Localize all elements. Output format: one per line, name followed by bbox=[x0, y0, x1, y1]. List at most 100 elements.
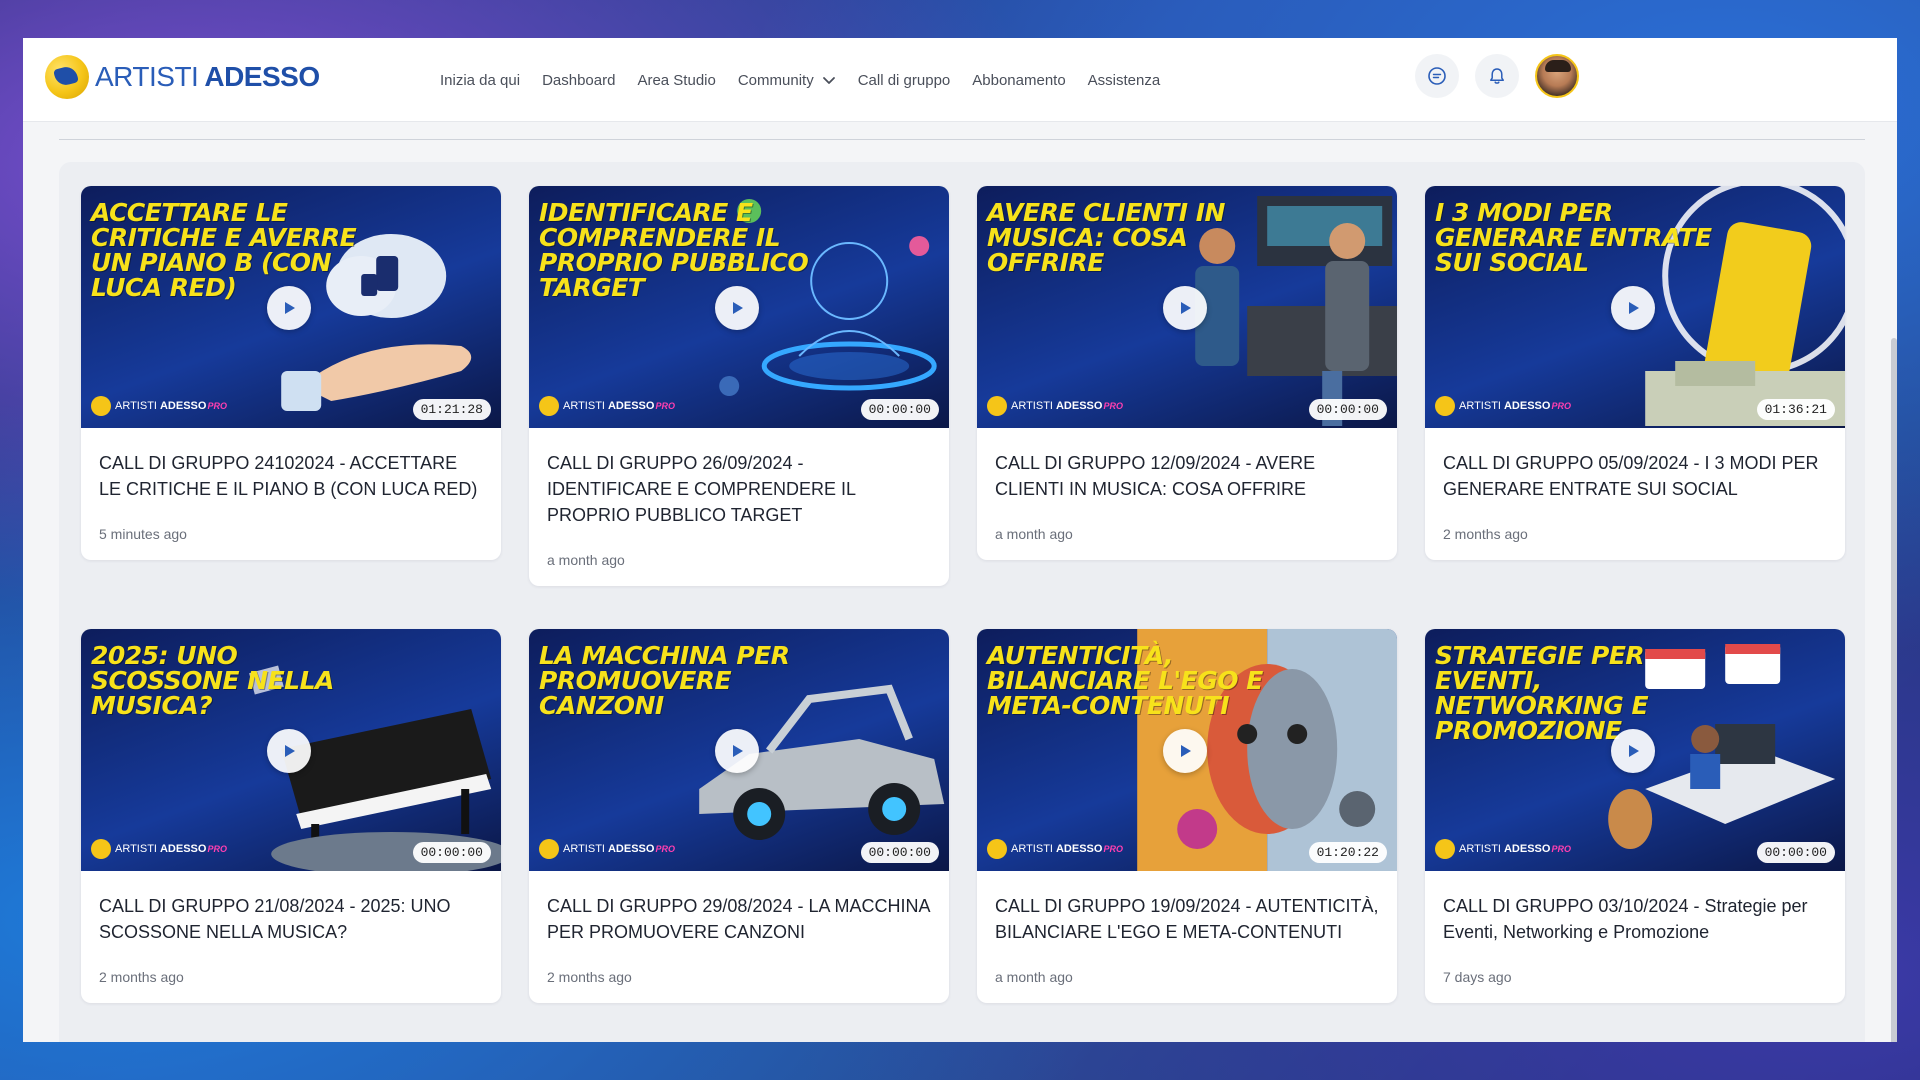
thumbnail-brand: ARTISTI ADESSO PRO bbox=[539, 396, 675, 416]
thumbnail-title: ACCETTARE LE CRITICHE E AVERRE UN PIANO … bbox=[91, 198, 357, 302]
thumbnail-brand-suffix: PRO bbox=[1103, 401, 1123, 411]
thumbnail-brand-part1: ARTISTI bbox=[1011, 843, 1053, 855]
thumbnail-title: AVERE CLIENTI IN MUSICA: COSA OFFRIRE bbox=[987, 198, 1225, 277]
video-title[interactable]: CALL DI GRUPPO 05/09/2024 - I 3 MODI PER… bbox=[1443, 450, 1827, 502]
video-timestamp: 2 months ago bbox=[1443, 526, 1528, 542]
video-title[interactable]: CALL DI GRUPPO 26/09/2024 - IDENTIFICARE… bbox=[547, 450, 931, 528]
video-card[interactable]: STRATEGIE PER EVENTI, NETWORKING E PROMO… bbox=[1425, 629, 1845, 1003]
play-icon bbox=[1629, 745, 1639, 757]
play-icon bbox=[285, 302, 295, 314]
thumbnail-title: I 3 MODI PER GENERARE ENTRATE SUI SOCIAL bbox=[1435, 198, 1712, 277]
thumbnail-title: LA MACCHINA PER PROMUOVERE CANZONI bbox=[539, 641, 790, 720]
thumbnail-brand: ARTISTI ADESSO PRO bbox=[91, 396, 227, 416]
video-thumbnail[interactable]: IDENTIFICARE E COMPRENDERE IL PROPRIO PU… bbox=[529, 186, 949, 428]
site-logo[interactable]: ARTISTI ADESSO bbox=[45, 55, 320, 99]
play-button[interactable] bbox=[715, 286, 759, 330]
video-card[interactable]: LA MACCHINA PER PROMUOVERE CANZONI ARTIS… bbox=[529, 629, 949, 1003]
thumbnail-brand-suffix: PRO bbox=[655, 401, 675, 411]
section-divider bbox=[59, 139, 1865, 140]
video-timestamp: a month ago bbox=[547, 552, 625, 568]
video-thumbnail[interactable]: 2025: UNO SCOSSONE NELLA MUSICA? ARTISTI… bbox=[81, 629, 501, 871]
video-title[interactable]: CALL DI GRUPPO 03/10/2024 - Strategie pe… bbox=[1443, 893, 1827, 945]
thumbnail-brand-part2: ADESSO bbox=[159, 400, 207, 412]
thumbnail-brand-part2: ADESSO bbox=[1055, 843, 1103, 855]
header-actions bbox=[1399, 54, 1579, 98]
play-button[interactable] bbox=[1611, 729, 1655, 773]
play-icon bbox=[733, 745, 743, 757]
thumbnail-brand-suffix: PRO bbox=[655, 844, 675, 854]
brand-logo-icon bbox=[539, 396, 559, 416]
brand-logo-icon bbox=[1435, 839, 1455, 859]
top-navbar: ARTISTI ADESSO Inizia da qui Dashboard A… bbox=[23, 38, 1897, 122]
user-avatar[interactable] bbox=[1535, 54, 1579, 98]
video-duration: 00:00:00 bbox=[860, 842, 939, 863]
nav-item-dashboard[interactable]: Dashboard bbox=[542, 72, 615, 89]
video-card[interactable]: 2025: UNO SCOSSONE NELLA MUSICA? ARTISTI… bbox=[81, 629, 501, 1003]
play-button[interactable] bbox=[1163, 729, 1207, 773]
thumbnail-brand-part1: ARTISTI bbox=[115, 843, 157, 855]
nav-item-area-studio[interactable]: Area Studio bbox=[637, 72, 715, 89]
video-duration: 01:20:22 bbox=[1308, 842, 1387, 863]
video-duration: 00:00:00 bbox=[412, 842, 491, 863]
main-nav: Inizia da qui Dashboard Area Studio Comm… bbox=[440, 38, 1182, 122]
play-icon bbox=[733, 302, 743, 314]
thumbnail-brand: ARTISTI ADESSO PRO bbox=[1435, 839, 1571, 859]
thumbnail-brand-suffix: PRO bbox=[1103, 844, 1123, 854]
thumbnail-brand-part2: ADESSO bbox=[1055, 400, 1103, 412]
thumbnail-brand: ARTISTI ADESSO PRO bbox=[987, 839, 1123, 859]
video-thumbnail[interactable]: STRATEGIE PER EVENTI, NETWORKING E PROMO… bbox=[1425, 629, 1845, 871]
video-thumbnail[interactable]: I 3 MODI PER GENERARE ENTRATE SUI SOCIAL… bbox=[1425, 186, 1845, 428]
logo-text-artisti: ARTISTI bbox=[95, 61, 199, 92]
video-thumbnail[interactable]: AUTENTICITÀ, BILANCIARE L'EGO E META-CON… bbox=[977, 629, 1397, 871]
nav-item-abbonamento[interactable]: Abbonamento bbox=[972, 72, 1065, 89]
brand-logo-icon bbox=[539, 839, 559, 859]
video-card[interactable]: I 3 MODI PER GENERARE ENTRATE SUI SOCIAL… bbox=[1425, 186, 1845, 560]
play-button[interactable] bbox=[267, 286, 311, 330]
play-button[interactable] bbox=[1611, 286, 1655, 330]
nav-item-call-di-gruppo[interactable]: Call di gruppo bbox=[858, 72, 951, 89]
thumbnail-brand-part1: ARTISTI bbox=[1459, 400, 1501, 412]
video-timestamp: a month ago bbox=[995, 969, 1073, 985]
play-icon bbox=[285, 745, 295, 757]
brand-logo-icon bbox=[987, 839, 1007, 859]
video-thumbnail[interactable]: ACCETTARE LE CRITICHE E AVERRE UN PIANO … bbox=[81, 186, 501, 428]
thumbnail-brand-part1: ARTISTI bbox=[1459, 843, 1501, 855]
chevron-down-icon bbox=[822, 77, 835, 84]
video-title[interactable]: CALL DI GRUPPO 19/09/2024 - AUTENTICITÀ,… bbox=[995, 893, 1379, 945]
messages-button[interactable] bbox=[1415, 54, 1459, 98]
video-title[interactable]: CALL DI GRUPPO 21/08/2024 - 2025: UNO SC… bbox=[99, 893, 483, 945]
video-card[interactable]: AVERE CLIENTI IN MUSICA: COSA OFFRIRE AR… bbox=[977, 186, 1397, 560]
video-timestamp: 2 months ago bbox=[99, 969, 184, 985]
play-button[interactable] bbox=[1163, 286, 1207, 330]
nav-item-community-label: Community bbox=[737, 71, 814, 89]
video-thumbnail[interactable]: AVERE CLIENTI IN MUSICA: COSA OFFRIRE AR… bbox=[977, 186, 1397, 428]
play-icon bbox=[1181, 302, 1191, 314]
play-button[interactable] bbox=[715, 729, 759, 773]
notifications-button[interactable] bbox=[1475, 54, 1519, 98]
video-duration: 00:00:00 bbox=[1756, 842, 1835, 863]
thumbnail-brand-suffix: PRO bbox=[207, 844, 227, 854]
nav-item-assistenza[interactable]: Assistenza bbox=[1088, 72, 1161, 89]
video-card[interactable]: IDENTIFICARE E COMPRENDERE IL PROPRIO PU… bbox=[529, 186, 949, 586]
logo-text-adesso: ADESSO bbox=[204, 61, 320, 92]
thumbnail-brand-suffix: PRO bbox=[207, 401, 227, 411]
video-card[interactable]: ACCETTARE LE CRITICHE E AVERRE UN PIANO … bbox=[81, 186, 501, 560]
bell-icon bbox=[1490, 68, 1504, 84]
thumbnail-brand-suffix: PRO bbox=[1551, 844, 1571, 854]
chat-icon bbox=[1428, 67, 1446, 85]
video-title[interactable]: CALL DI GRUPPO 29/08/2024 - LA MACCHINA … bbox=[547, 893, 931, 945]
video-thumbnail[interactable]: LA MACCHINA PER PROMUOVERE CANZONI ARTIS… bbox=[529, 629, 949, 871]
thumbnail-title: 2025: UNO SCOSSONE NELLA MUSICA? bbox=[91, 641, 334, 720]
video-title[interactable]: CALL DI GRUPPO 12/09/2024 - AVERE CLIENT… bbox=[995, 450, 1379, 502]
page-scrollbar[interactable] bbox=[1891, 338, 1897, 1042]
nav-item-community[interactable]: Community bbox=[738, 72, 836, 89]
play-button[interactable] bbox=[267, 729, 311, 773]
nav-item-inizia-da-qui[interactable]: Inizia da qui bbox=[440, 72, 520, 89]
thumbnail-brand: ARTISTI ADESSO PRO bbox=[987, 396, 1123, 416]
video-timestamp: a month ago bbox=[995, 526, 1073, 542]
video-title[interactable]: CALL DI GRUPPO 24102024 - ACCETTARE LE C… bbox=[99, 450, 483, 502]
video-timestamp: 7 days ago bbox=[1443, 969, 1512, 985]
thumbnail-title: STRATEGIE PER EVENTI, NETWORKING E PROMO… bbox=[1435, 641, 1649, 745]
thumbnail-brand: ARTISTI ADESSO PRO bbox=[1435, 396, 1571, 416]
video-card[interactable]: AUTENTICITÀ, BILANCIARE L'EGO E META-CON… bbox=[977, 629, 1397, 1003]
